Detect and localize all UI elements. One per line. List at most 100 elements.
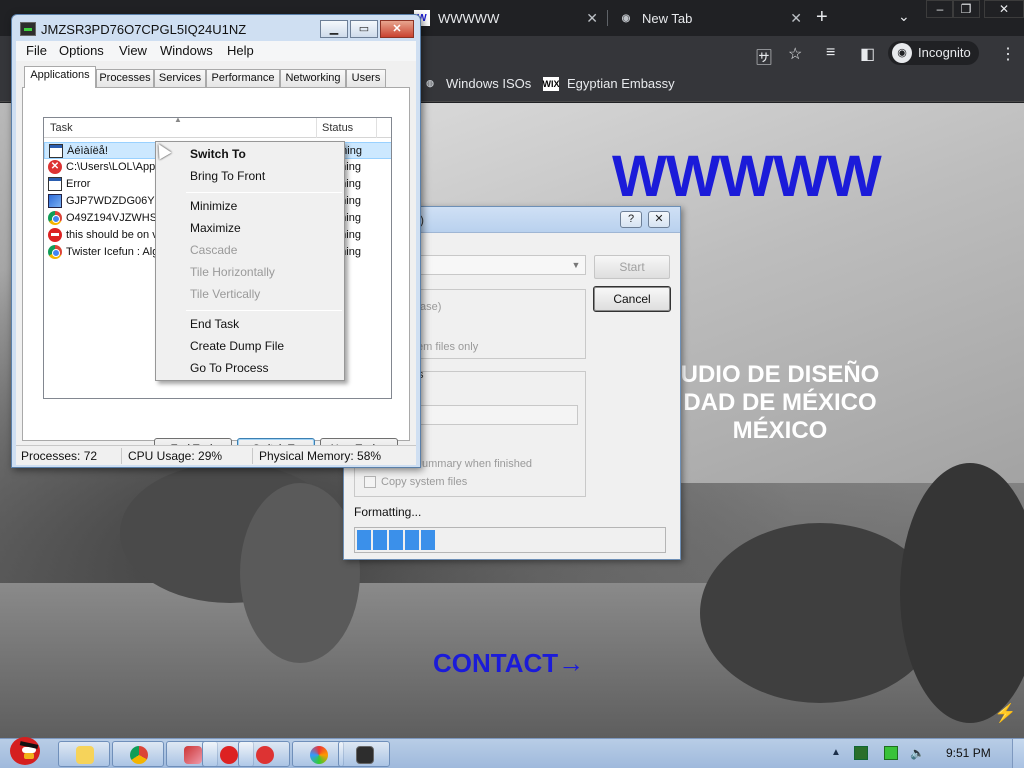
maximize-button[interactable]: ▭	[350, 20, 378, 38]
globe-icon: ◍	[426, 78, 434, 88]
menu-help[interactable]: Help	[227, 43, 254, 58]
task-manager-titlebar[interactable]: JMZSR3PD76O7CPGL5IQ24U1NZ ▁ ▭ ✕	[12, 15, 420, 43]
progress-block	[373, 530, 387, 550]
menu-file[interactable]: File	[26, 43, 47, 58]
lightning-icon[interactable]: ⚡	[994, 703, 1016, 724]
taskbar-task-manager[interactable]	[338, 741, 390, 767]
menu-options[interactable]: Options	[59, 43, 104, 58]
formatting-status: Formatting...	[354, 505, 422, 519]
taskbar: ▲ 🔈 9:51 PM	[0, 737, 1024, 768]
tab-services[interactable]: Services	[154, 69, 206, 87]
tab-networking[interactable]: Networking	[280, 69, 346, 87]
bookmark-star-icon[interactable]: ☆	[788, 44, 802, 64]
chrome-icon	[48, 245, 62, 259]
taskbar-chrome[interactable]	[112, 741, 164, 767]
menu-item-tile-vertically[interactable]: Tile Vertically	[190, 287, 260, 301]
clock[interactable]: 9:51 PM	[946, 746, 991, 760]
taskbar-error[interactable]	[238, 741, 290, 767]
taskbar-paint[interactable]	[292, 741, 344, 767]
task-list-header: ▲ Task Status	[44, 118, 391, 138]
bird-icon	[48, 228, 62, 242]
tab-users[interactable]: Users	[346, 69, 386, 87]
restore-icon[interactable]: ❐	[952, 0, 980, 18]
tab-applications[interactable]: Applications	[24, 66, 96, 88]
reading-list-icon[interactable]: ≡	[826, 44, 835, 62]
cancel-button[interactable]: Cancel	[593, 286, 671, 312]
column-status[interactable]: Status	[322, 122, 353, 134]
window-title: JMZSR3PD76O7CPGL5IQ24U1NZ	[41, 22, 247, 37]
site-title[interactable]: WWWWW	[612, 143, 882, 210]
window-icon	[49, 144, 63, 158]
close-tab-icon[interactable]: ✕	[586, 10, 598, 27]
cpu-usage: CPU Usage: 29%	[128, 449, 223, 463]
menu-item-end-task[interactable]: End Task	[190, 317, 239, 331]
menu-item-minimize[interactable]: Minimize	[190, 199, 237, 213]
translate-icon[interactable]: 🈂	[756, 44, 772, 68]
start-button[interactable]: Start	[594, 255, 670, 279]
close-button[interactable]: ✕	[648, 211, 670, 228]
menu-bar: File Options View Windows Help	[16, 41, 416, 61]
cactus-image	[240, 483, 360, 663]
minimize-icon[interactable]: –	[926, 0, 954, 18]
menu-item-switch-to[interactable]: Switch To	[190, 147, 246, 161]
menu-item-create-dump-file[interactable]: Create Dump File	[190, 339, 284, 353]
new-tab-plus-icon[interactable]: +	[816, 6, 828, 29]
status-bar: Processes: 72 CPU Usage: 29% Physical Me…	[16, 445, 416, 465]
tab-wwwww[interactable]: W WWWWW ✕	[414, 4, 598, 32]
physical-memory: Physical Memory: 58%	[259, 449, 382, 463]
option-label: tem files only	[414, 341, 479, 353]
tab-divider	[607, 10, 608, 26]
status-divider	[252, 448, 253, 464]
chevron-down-icon: ▼	[571, 260, 581, 270]
tab-performance[interactable]: Performance	[206, 69, 280, 87]
taskbar-explorer[interactable]	[58, 741, 110, 767]
help-button[interactable]: ?	[620, 211, 642, 228]
error-icon: ✕	[48, 160, 62, 174]
tab-new-tab[interactable]: ◉ New Tab ✕	[618, 4, 802, 32]
option-label: ase)	[420, 301, 442, 313]
bookmark-egyptian-embassy[interactable]: WIX Egyptian Embassy	[543, 76, 675, 91]
column-task[interactable]: Task	[50, 122, 73, 134]
bookmark-label: Windows ISOs	[446, 76, 532, 91]
menu-item-cascade[interactable]: Cascade	[190, 243, 237, 257]
volume-icon[interactable]: 🔈	[910, 746, 925, 760]
incognito-badge[interactable]: ◉ Incognito	[888, 41, 979, 65]
side-panel-icon[interactable]: ◧	[860, 44, 875, 64]
file-system-select[interactable]: ▼	[414, 255, 586, 275]
close-button[interactable]: ✕	[380, 20, 414, 38]
progress-block	[421, 530, 435, 550]
contact-link[interactable]: CONTACT→	[433, 648, 584, 679]
status-divider	[121, 448, 122, 464]
menu-item-tile-horizontally[interactable]: Tile Horizontally	[190, 265, 275, 279]
app-icon	[48, 194, 62, 208]
copy-system-files-checkbox[interactable]	[364, 476, 376, 488]
tab-search-chevron-icon[interactable]: ⌄	[898, 8, 910, 25]
menu-kebab-icon[interactable]: ⋮	[1000, 44, 1016, 64]
menu-item-maximize[interactable]: Maximize	[190, 221, 241, 235]
progress-block	[389, 530, 403, 550]
menu-item-go-to-process[interactable]: Go To Process	[190, 361, 268, 375]
battery-icon[interactable]	[884, 746, 898, 760]
show-desktop-button[interactable]	[1012, 739, 1024, 768]
minimize-button[interactable]: ▁	[320, 20, 348, 38]
close-tab-icon[interactable]: ✕	[790, 10, 802, 27]
performance-tray-icon[interactable]	[854, 746, 868, 760]
tab-label: WWWWW	[438, 10, 500, 26]
menu-windows[interactable]: Windows	[160, 43, 213, 58]
tab-label: New Tab	[642, 10, 693, 26]
column-divider[interactable]	[316, 118, 317, 138]
menu-view[interactable]: View	[119, 43, 147, 58]
error-icon	[256, 746, 274, 764]
show-hidden-icons-icon[interactable]: ▲	[831, 747, 841, 758]
chrome-icon	[48, 211, 62, 225]
bookmark-windows-isos[interactable]: ◍ Windows ISOs	[422, 76, 531, 91]
tab-processes[interactable]: Processes	[96, 69, 154, 87]
column-divider[interactable]	[376, 118, 377, 138]
summary-label: ummary when finished	[422, 458, 533, 470]
chrome-icon	[130, 746, 148, 764]
task-manager-icon	[20, 22, 36, 36]
menu-item-bring-to-front[interactable]: Bring To Front	[190, 169, 265, 183]
start-button[interactable]	[2, 733, 48, 768]
bird-beak	[24, 753, 34, 759]
close-icon[interactable]: ✕	[984, 0, 1024, 18]
